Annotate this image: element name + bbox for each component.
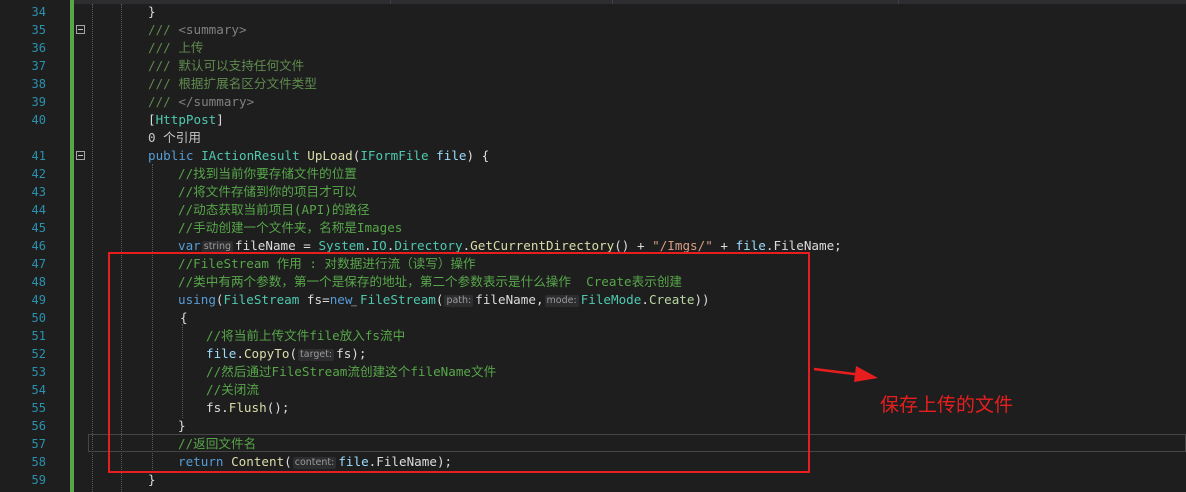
code-line[interactable]: 41 public IActionResult UpLoad(IFormFile … [0, 147, 1186, 165]
code-token: public [148, 148, 202, 163]
code-token: . [363, 238, 372, 253]
annotation-arrow-icon [813, 366, 878, 382]
line-number: 53 [31, 365, 46, 379]
code-token: var [178, 238, 201, 253]
code-text: } [148, 3, 156, 21]
code-token: IFormFile [360, 148, 429, 163]
line-number: 49 [31, 293, 46, 307]
line-number: 47 [31, 257, 46, 271]
code-text: //找到当前你要存储文件的位置 [178, 165, 357, 183]
line-number: 37 [31, 59, 46, 73]
line-number: 41 [31, 149, 46, 163]
line-number: 36 [31, 41, 46, 55]
line-number: 57 [31, 437, 46, 451]
line-number: 55 [31, 401, 46, 415]
code-token: + [712, 238, 736, 253]
code-line[interactable]: 39 /// </summary> [0, 93, 1186, 111]
code-text: } [148, 471, 156, 489]
code-line[interactable]: 38 /// 根据扩展名区分文件类型 [0, 75, 1186, 93]
code-token: fileName [235, 238, 296, 253]
line-number: 40 [31, 113, 46, 127]
collapse-toggle-icon[interactable] [76, 25, 85, 34]
code-token: ; [834, 238, 842, 253]
line-number: 59 [31, 473, 46, 487]
line-number: 42 [31, 167, 46, 181]
line-number: 44 [31, 203, 46, 217]
code-token: /// 上传 [148, 40, 204, 55]
code-line[interactable]: 34} [0, 3, 1186, 21]
collapse-toggle-icon[interactable] [76, 151, 85, 160]
code-line[interactable]: 45 //手动创建一个文件夹，名称是Images [0, 219, 1186, 237]
code-text: /// </summary> [148, 93, 254, 111]
code-token: /// [148, 22, 179, 37]
code-token: IActionResult [201, 148, 300, 163]
line-number: 51 [31, 329, 46, 343]
code-text: /// 默认可以支持任何文件 [148, 57, 304, 75]
line-number: 34 [31, 5, 46, 19]
code-token: UpLoad [307, 148, 353, 163]
annotation-highlight-box [108, 252, 810, 473]
code-token: Directory [394, 238, 463, 253]
line-number: 38 [31, 77, 46, 91]
line-number: 56 [31, 419, 46, 433]
line-number: 48 [31, 275, 46, 289]
code-token: /// 默认可以支持任何文件 [148, 58, 305, 73]
code-line[interactable]: 43 //将文件存储到你的项目才可以 [0, 183, 1186, 201]
code-token: [ [148, 112, 156, 127]
code-line[interactable]: 36 /// 上传 [0, 39, 1186, 57]
line-number: 35 [31, 23, 46, 37]
code-token: } [148, 472, 156, 487]
code-token: </summary> [178, 94, 255, 109]
code-token: () + [614, 238, 653, 253]
code-text: //动态获取当前项目(API)的路径 [178, 201, 370, 219]
line-number: 46 [31, 239, 46, 253]
code-text: public IActionResult UpLoad(IFormFile fi… [148, 147, 489, 165]
code-token: <summary> [178, 22, 247, 37]
code-text: /// 上传 [148, 39, 204, 57]
code-line[interactable]: 59} [0, 471, 1186, 489]
code-token: HttpPost [155, 112, 217, 127]
codelens-reference-count[interactable]: 0 个引用 [148, 129, 201, 147]
code-token: //将文件存储到你的项目才可以 [178, 184, 357, 199]
code-token: file [428, 148, 467, 163]
code-token: GetCurrentDirectory [470, 238, 615, 253]
code-token: file [735, 238, 766, 253]
code-token: 0 个引用 [148, 130, 201, 145]
code-line[interactable]: 42 //找到当前你要存储文件的位置 [0, 165, 1186, 183]
code-text: /// 根据扩展名区分文件类型 [148, 75, 317, 93]
code-token: "/Imgs/" [652, 238, 713, 253]
code-token: = [295, 238, 319, 253]
code-token: /// 根据扩展名区分文件类型 [148, 76, 317, 91]
code-token: //手动创建一个文件夹，名称是Images [178, 220, 403, 235]
code-token: //动态获取当前项目(API)的路径 [178, 202, 370, 217]
line-number: 54 [31, 383, 46, 397]
code-token: /// [148, 94, 179, 109]
annotation-label: 保存上传的文件 [880, 394, 1014, 416]
line-number: 45 [31, 221, 46, 235]
code-token: ] [216, 112, 224, 127]
line-number: 39 [31, 95, 46, 109]
code-text: /// <summary> [148, 21, 247, 39]
code-token: IO [371, 238, 387, 253]
code-token: System [318, 238, 364, 253]
code-token: //找到当前你要存储文件的位置 [178, 166, 357, 181]
code-line[interactable]: 40 [HttpPost] [0, 111, 1186, 129]
line-number: 50 [31, 311, 46, 325]
line-number: 52 [31, 347, 46, 361]
code-text: [HttpPost] [148, 111, 224, 129]
code-line[interactable]: 35 /// <summary> [0, 21, 1186, 39]
code-line[interactable]: 0 个引用 [0, 129, 1186, 147]
code-token: } [148, 4, 156, 19]
code-token: . [765, 238, 774, 253]
line-number: 58 [31, 455, 46, 469]
code-token: FileName [773, 238, 835, 253]
code-text: //将文件存储到你的项目才可以 [178, 183, 357, 201]
code-token: ) { [466, 148, 490, 163]
code-text: //手动创建一个文件夹，名称是Images [178, 219, 402, 237]
code-line[interactable]: 44 //动态获取当前项目(API)的路径 [0, 201, 1186, 219]
code-line[interactable]: 37 /// 默认可以支持任何文件 [0, 57, 1186, 75]
line-number: 43 [31, 185, 46, 199]
